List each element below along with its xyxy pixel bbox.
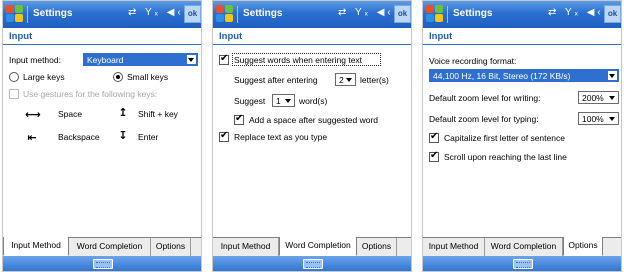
settings-screen-input-method: Settings ⇄ Yₓ ◀‹ ok Input Input method: … [2, 0, 202, 272]
title-bar: Settings ⇄ Yₓ ◀‹ ok [423, 1, 621, 28]
settings-screen-word-completion: Settings ⇄ Yₓ ◀‹ ok Input Suggest words … [212, 0, 412, 272]
tab-word-completion[interactable]: Word Completion [485, 238, 563, 256]
tab-input-method[interactable]: Input Method [423, 238, 485, 256]
backspace-gesture-icon: ⇤ [27, 132, 37, 144]
small-keys-radio[interactable] [113, 72, 123, 82]
tab-input-method[interactable]: Input Method [213, 238, 279, 256]
backspace-gesture-label: Backspace [58, 132, 100, 142]
suggest-words-checkbox[interactable] [219, 53, 229, 65]
suggest-count-dropdown[interactable]: 1 [272, 94, 295, 107]
capitalize-label: Capitalize first letter of sentence [444, 133, 565, 143]
tab-input-method[interactable]: Input Method [3, 237, 69, 256]
title-bar: Settings ⇄ Yₓ ◀‹ ok [213, 1, 411, 28]
enter-gesture-label: Enter [138, 132, 159, 142]
suggest-count-value: 1 [276, 96, 281, 106]
suggest-after-label: Suggest after entering [234, 75, 318, 85]
shift-gesture-label: Shift + key [138, 109, 178, 119]
voice-format-dropdown[interactable]: 44,100 Hz, 16 Bit, Stereo (172 KB/s) [429, 69, 619, 82]
replace-text-label: Replace text as you type [234, 132, 328, 142]
tab-options[interactable]: Options [563, 237, 603, 256]
suggest-after-value: 2 [339, 75, 344, 85]
start-menu-icon[interactable] [6, 5, 24, 23]
keyboard-icon[interactable] [513, 259, 533, 269]
status-icons[interactable]: ⇄ Yₓ ◀‹ [338, 7, 394, 18]
settings-screen-options: Settings ⇄ Yₓ ◀‹ ok Input Voice recordin… [422, 0, 622, 272]
menu-bar [213, 256, 411, 271]
tab-options[interactable]: Options [151, 238, 191, 256]
space-gesture-icon: ⟷ [25, 109, 41, 121]
tab-options[interactable]: Options [357, 238, 397, 256]
ok-button[interactable]: ok [394, 5, 411, 23]
enter-gesture-icon: ↧ [118, 130, 128, 142]
add-space-label: Add a space after suggested word [249, 115, 378, 125]
menu-bar [423, 256, 621, 271]
scroll-label: Scroll upon reaching the last line [444, 152, 567, 162]
zoom-writing-dropdown[interactable]: 200% [578, 91, 619, 104]
start-menu-icon[interactable] [216, 5, 234, 23]
window-title: Settings [453, 8, 493, 19]
window-title: Settings [243, 8, 283, 19]
chevron-down-icon [608, 71, 617, 80]
input-method-label: Input method: [9, 55, 61, 65]
use-gestures-checkbox[interactable] [9, 89, 19, 99]
letters-label: letter(s) [360, 75, 389, 85]
section-header: Input [423, 28, 621, 45]
small-keys-label: Small keys [127, 72, 169, 82]
menu-bar [3, 256, 201, 271]
tab-bar: Input Method Word Completion Options [213, 237, 411, 256]
zoom-writing-label: Default zoom level for writing: [429, 93, 541, 103]
status-icons[interactable]: ⇄ Yₓ ◀‹ [548, 7, 604, 18]
chevron-down-icon [345, 75, 354, 84]
input-method-value: Keyboard [87, 55, 124, 65]
keyboard-icon[interactable] [93, 259, 113, 269]
words-label: word(s) [299, 96, 328, 106]
suggest-after-dropdown[interactable]: 2 [335, 73, 356, 86]
zoom-typing-value: 100% [582, 114, 604, 124]
start-menu-icon[interactable] [426, 5, 444, 23]
voice-format-label: Voice recording format: [429, 56, 517, 66]
chevron-down-icon [608, 93, 617, 102]
shift-gesture-icon: ↥ [118, 107, 128, 119]
space-gesture-label: Space [58, 109, 83, 119]
zoom-typing-label: Default zoom level for typing: [429, 114, 539, 124]
zoom-typing-dropdown[interactable]: 100% [578, 112, 619, 125]
keyboard-icon[interactable] [303, 259, 323, 269]
tab-bar: Input Method Word Completion Options [423, 237, 621, 256]
ok-button[interactable]: ok [184, 5, 201, 23]
large-keys-radio[interactable] [9, 72, 19, 82]
tab-bar: Input Method Word Completion Options [3, 237, 201, 256]
title-bar: Settings ⇄ Yₓ ◀‹ ok [3, 1, 201, 28]
scroll-checkbox[interactable] [429, 150, 439, 162]
suggest-label: Suggest [234, 96, 266, 106]
voice-format-value: 44,100 Hz, 16 Bit, Stereo (172 KB/s) [433, 71, 571, 81]
ok-button[interactable]: ok [604, 5, 621, 23]
capitalize-checkbox[interactable] [429, 131, 439, 143]
chevron-down-icon [608, 114, 617, 123]
status-icons[interactable]: ⇄ Yₓ ◀‹ [128, 7, 184, 18]
replace-text-checkbox[interactable] [219, 130, 229, 142]
suggest-words-label: Suggest words when entering text [234, 55, 363, 65]
zoom-writing-value: 200% [582, 93, 604, 103]
tab-word-completion[interactable]: Word Completion [279, 237, 357, 256]
large-keys-label: Large keys [23, 72, 65, 82]
add-space-checkbox[interactable] [234, 113, 244, 125]
use-gestures-label: Use gestures for the following keys: [23, 89, 158, 99]
input-method-dropdown[interactable]: Keyboard [83, 53, 198, 66]
tab-word-completion[interactable]: Word Completion [69, 238, 151, 256]
chevron-down-icon [187, 55, 196, 64]
section-header: Input [3, 28, 201, 45]
section-header: Input [213, 28, 411, 45]
chevron-down-icon [284, 96, 293, 105]
window-title: Settings [33, 8, 73, 19]
